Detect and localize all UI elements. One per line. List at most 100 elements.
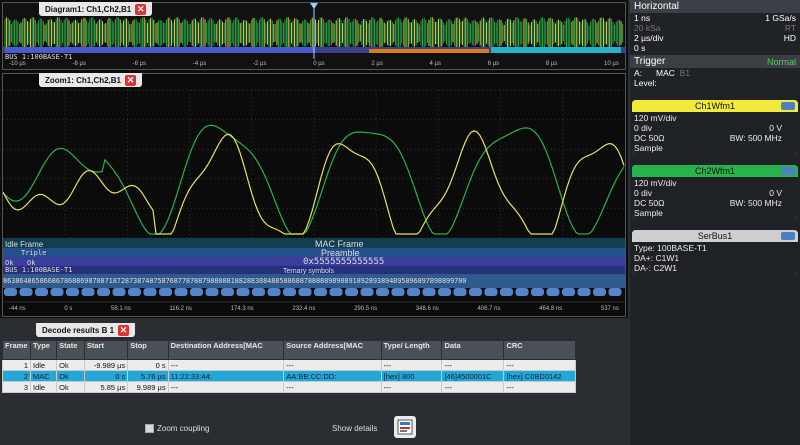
table-cell: -9.989 µs — [83, 359, 129, 371]
show-details-button[interactable] — [394, 416, 416, 438]
table-cell: [hex] 800 — [380, 370, 443, 382]
table-cell: 3 — [2, 381, 31, 393]
table-row[interactable]: 1 Idle Ok -9.989 µs 0 s --- --- --- --- --- — [2, 359, 576, 371]
table-cell: --- — [503, 381, 576, 393]
zoom1-tick: 174.3 ns — [230, 306, 254, 312]
table-cell: 5.76 µs — [127, 370, 169, 382]
ch1-bw: BW: 500 MHz — [729, 133, 782, 143]
idle-frame-label: Idle Frame — [5, 240, 44, 249]
serbus-header[interactable]: SerBus1 — [632, 230, 798, 242]
triple-label: Triple — [21, 249, 47, 257]
column-header[interactable]: Stop — [127, 340, 169, 360]
table-cell: Idle — [29, 359, 58, 371]
minimize-icon[interactable] — [781, 167, 795, 175]
diagram1-tick: 8 µs — [545, 61, 558, 67]
ternary-symbols-label: Ternary symbols — [283, 268, 334, 275]
trigger-a-label: A: — [634, 68, 643, 78]
trigger-a-row[interactable]: A: MAC B1 — [630, 68, 800, 78]
ch1-wfm-header[interactable]: Ch1Wfm1 — [632, 100, 798, 112]
scope-display[interactable]: Diagram1: Ch1,Ch2,B1 ✕ BUS 1:100BASE-T1 … — [0, 0, 628, 318]
column-header[interactable]: Destination Address[MAC — [167, 340, 285, 360]
diagram1-title: Diagram1: Ch1,Ch2,B1 — [45, 4, 132, 14]
table-cell: --- — [167, 381, 285, 393]
close-icon[interactable]: ✕ — [125, 74, 137, 86]
zoom1-window[interactable]: Zoom1: Ch1,Ch2,B1 ✕ Idle Frame Triple Ok… — [2, 73, 626, 317]
minimize-icon[interactable] — [781, 102, 795, 110]
horizontal-value: 0 s — [634, 43, 646, 53]
horizontal-row[interactable]: 1 ns 1 GSa/s — [630, 13, 800, 23]
column-header[interactable]: Start — [83, 340, 129, 360]
ch2-coupling: DC 50Ω — [634, 198, 665, 208]
table-cell: Ok — [56, 359, 85, 371]
zoom1-tick: 58.1 ns — [111, 306, 131, 312]
table-cell: 11:22:33:44: — [167, 370, 285, 382]
zoom1-tick: 348.6 ns — [415, 306, 439, 312]
ch1-wfm-box[interactable]: Ch1Wfm1 120 mV/div 0 div 0 V DC 50Ω BW: 50… — [632, 100, 798, 154]
column-header[interactable]: State — [56, 340, 85, 360]
horizontal-value-right: 1 GSa/s — [765, 13, 796, 23]
checkbox-icon[interactable] — [145, 424, 154, 433]
trigger-level-row[interactable]: Level: — [630, 78, 800, 88]
diagram1-tab[interactable]: Diagram1: Ch1,Ch2,B1 ✕ — [39, 2, 153, 16]
right-settings-panel: Horizontal 1 ns 1 GSa/s 20 kSa RT 2 µs/div HD… — [630, 0, 800, 445]
table-cell: 0 s — [83, 370, 129, 382]
diagram1-window[interactable]: Diagram1: Ch1,Ch2,B1 ✕ BUS 1:100BASE-T1 … — [2, 2, 626, 70]
decode-results-tab[interactable]: Decode results B 1 ✕ — [36, 323, 136, 337]
horizontal-header[interactable]: Horizontal — [630, 0, 800, 13]
zoom1-tick: 0 s — [64, 306, 73, 312]
column-header[interactable]: Frame — [2, 340, 31, 360]
zoom1-tick: 232.4 ns — [292, 306, 316, 312]
column-header[interactable]: CRC — [503, 340, 576, 360]
table-row[interactable]: 3 Idle Ok 5.85 µs 9.989 µs --- --- --- --- --- — [2, 381, 576, 393]
close-icon[interactable]: ✕ — [135, 3, 147, 15]
decode-results-table[interactable]: Frame Type State Start Stop Destination Addre… — [2, 340, 576, 393]
ch1-mode: Sample — [634, 143, 663, 153]
ch1-title: Ch1Wfm1 — [694, 101, 735, 111]
diagram1-tick: -6 µs — [132, 61, 147, 67]
minimize-icon[interactable] — [781, 232, 795, 240]
ch2-settings: 120 mV/div 0 div 0 V DC 50Ω BW: 500 MHz Sa… — [632, 177, 798, 219]
table-cell: 2 — [2, 370, 31, 382]
ch2-wfm-header[interactable]: Ch2Wfm1 — [632, 165, 798, 177]
table-row[interactable]: 2 MAC Ok 0 s 5.76 µs 11:22:33:44: AA:BB:CC:DD:… — [2, 370, 576, 382]
table-cell: Ok — [56, 370, 85, 382]
zoom1-tab[interactable]: Zoom1: Ch1,Ch2,B1 ✕ — [39, 73, 143, 87]
column-header[interactable]: Data — [441, 340, 505, 360]
table-cell: AA:BB:CC:DD: — [283, 370, 382, 382]
column-header[interactable]: Type — [29, 340, 58, 360]
ch2-mode: Sample — [634, 208, 663, 218]
horizontal-settings[interactable]: 1 ns 1 GSa/s 20 kSa RT 2 µs/div HD 0 s — [630, 13, 800, 53]
column-header[interactable]: Source Address[MAC — [283, 340, 382, 360]
table-cell: --- — [380, 359, 443, 371]
trigger-title: Trigger — [634, 56, 666, 67]
zoom1-bus-label: BUS 1:100BASE-T1 — [5, 266, 73, 274]
zoom-coupling-checkbox[interactable]: Zoom coupling — [145, 424, 209, 433]
horizontal-title: Horizontal — [634, 1, 680, 12]
decode-results-panel[interactable]: Decode results B 1 ✕ Frame Type State Start… — [0, 320, 628, 445]
column-header[interactable]: Type/ Length — [380, 340, 443, 360]
table-cell: Idle — [29, 381, 58, 393]
ch2-wfm-box[interactable]: Ch2Wfm1 120 mV/div 0 div 0 V DC 50Ω BW: 50… — [632, 165, 798, 219]
table-cell: [46]4500001C — [441, 370, 505, 382]
table-cell: [hex] C0BD0142 — [503, 370, 576, 382]
diagram1-tick: 2 µs — [371, 61, 383, 67]
ch1-settings: 120 mV/div 0 div 0 V DC 50Ω BW: 500 MHz Sa… — [632, 112, 798, 154]
horizontal-row[interactable]: 20 kSa RT — [630, 23, 800, 33]
ch1-scale: 120 mV/div — [634, 113, 677, 123]
ch1-offset: 0 div — [634, 123, 652, 133]
trigger-level-label: Level: — [634, 78, 657, 88]
table-cell: 1 — [2, 359, 31, 371]
preamble-value: 0x5555555555555 — [303, 257, 385, 267]
horizontal-row[interactable]: 0 s — [630, 43, 800, 53]
serbus-box[interactable]: SerBus1 Type: 100BASE-T1 DA+: C1W1 DA-: … — [632, 230, 798, 274]
trigger-a-type: MAC B1 — [656, 68, 691, 78]
table-cell: --- — [441, 381, 505, 393]
diagram1-tick: -8 µs — [72, 61, 86, 67]
horizontal-value: 2 µs/div — [634, 33, 664, 43]
zoom1-tick: 406.7 ns — [477, 306, 501, 312]
horizontal-row[interactable]: 2 µs/div HD — [630, 33, 800, 43]
trigger-header[interactable]: Trigger Normal — [630, 55, 800, 68]
diagram1-tick: 6 µs — [487, 61, 500, 67]
close-icon[interactable]: ✕ — [118, 324, 130, 336]
ch2-trace — [3, 124, 625, 235]
